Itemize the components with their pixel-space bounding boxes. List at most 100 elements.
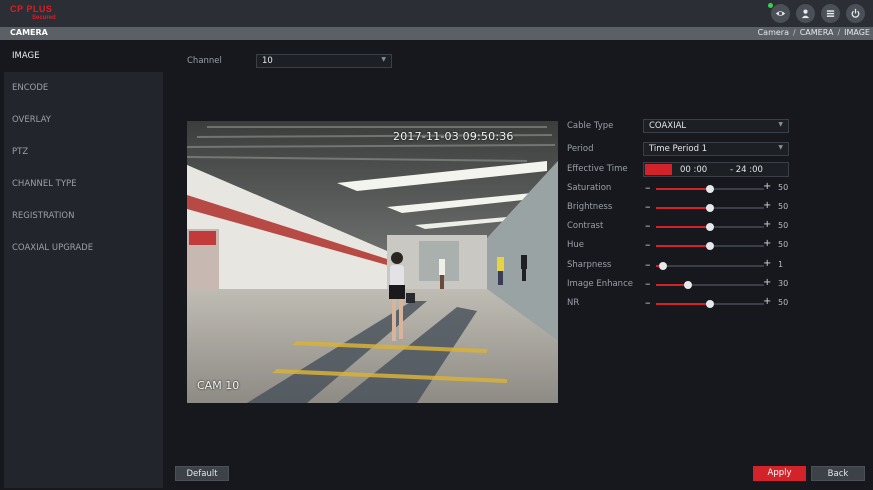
chevron-down-icon: ▼ (778, 121, 783, 128)
top-bar: CP PLUS Secured (0, 0, 873, 27)
online-status-dot (768, 3, 773, 8)
section-bar: CAMERA Camera / CAMERA / IMAGE (0, 27, 873, 40)
sidebar-item-image[interactable]: IMAGE (4, 42, 163, 72)
slider-track[interactable] (656, 300, 764, 308)
slider-fill (656, 303, 710, 305)
slider-value: 50 (778, 298, 789, 307)
slider-sharpness: Sharpness – + 1 (567, 258, 797, 273)
minus-icon[interactable]: – (645, 219, 651, 232)
section-title: CAMERA (10, 28, 48, 37)
default-button[interactable]: Default (175, 466, 229, 481)
breadcrumb-camera[interactable]: Camera (758, 28, 789, 37)
effective-time-label: Effective Time (567, 164, 628, 174)
minus-icon[interactable]: – (645, 258, 651, 271)
slider-fill (656, 245, 710, 247)
slider-value: 1 (778, 260, 784, 269)
sidebar-item-label: COAXIAL UPGRADE (12, 243, 94, 253)
slider-value: 30 (778, 279, 789, 288)
plus-icon[interactable]: + (763, 200, 771, 211)
sidebar-item-label: IMAGE (12, 51, 40, 61)
slider-knob[interactable] (659, 262, 668, 270)
menu-button[interactable] (821, 4, 840, 23)
channel-value: 10 (262, 56, 273, 66)
sidebar-item-coaxial-upgrade[interactable]: COAXIAL UPGRADE (4, 234, 163, 264)
sidebar-item-registration[interactable]: REGISTRATION (4, 202, 163, 232)
plus-icon[interactable]: + (763, 277, 771, 288)
power-button[interactable] (846, 4, 865, 23)
chevron-down-icon: ▼ (778, 144, 783, 151)
brand-sub: Secured (32, 15, 56, 21)
apply-button[interactable]: Apply (753, 466, 806, 481)
eye-icon (775, 11, 786, 16)
minus-icon[interactable]: – (645, 277, 651, 290)
slider-fill (656, 188, 710, 190)
chevron-down-icon: ▼ (381, 56, 386, 63)
sidebar-item-label: REGISTRATION (12, 211, 75, 221)
period-value: Time Period 1 (649, 144, 708, 154)
slider-nr: NR – + 50 (567, 296, 797, 311)
slider-knob[interactable] (684, 281, 693, 289)
sidebar-item-label: ENCODE (12, 83, 49, 93)
slider-track[interactable] (656, 281, 764, 289)
slider-knob[interactable] (706, 204, 714, 212)
slider-track[interactable] (656, 242, 764, 250)
main-panel: Channel 10 ▼ 2017-11-03 09:50:36 CAM 10 … (163, 42, 873, 490)
minus-icon[interactable]: – (645, 181, 651, 194)
period-label: Period (567, 144, 594, 154)
sidebar-item-overlay[interactable]: OVERLAY (4, 106, 163, 136)
plus-icon[interactable]: + (763, 219, 771, 230)
slider-knob[interactable] (706, 300, 714, 308)
slider-track[interactable] (656, 223, 764, 231)
minus-icon[interactable]: – (645, 200, 651, 213)
plus-icon[interactable]: + (763, 296, 771, 307)
list-icon (826, 10, 835, 17)
slider-image-enhance: Image Enhance – + 30 (567, 277, 797, 292)
slider-knob[interactable] (706, 185, 714, 193)
plus-icon[interactable]: + (763, 181, 771, 192)
osd-timestamp: 2017-11-03 09:50:36 (393, 130, 514, 143)
slider-fill (656, 207, 710, 209)
cable-type-select[interactable]: COAXIAL ▼ (643, 119, 789, 133)
period-select[interactable]: Time Period 1 ▼ (643, 142, 789, 156)
sidebar-item-label: CHANNEL TYPE (12, 179, 77, 189)
minus-icon[interactable]: – (645, 238, 651, 251)
live-view-button[interactable] (768, 3, 790, 23)
slider-label: Sharpness (567, 260, 612, 270)
slider-track[interactable] (656, 204, 764, 212)
effective-time-input[interactable]: 00 :00 - 24 :00 (643, 162, 789, 177)
slider-track[interactable] (656, 185, 764, 193)
plus-icon[interactable]: + (763, 258, 771, 269)
sidebar-item-channel-type[interactable]: CHANNEL TYPE (4, 170, 163, 200)
slider-fill (656, 226, 710, 228)
user-button[interactable] (796, 4, 815, 23)
slider-track[interactable] (656, 262, 764, 270)
sidebar-item-ptz[interactable]: PTZ (4, 138, 163, 168)
breadcrumb-camera-section[interactable]: CAMERA (800, 28, 834, 37)
effective-time-end[interactable]: - 24 :00 (730, 165, 763, 175)
slider-value: 50 (778, 221, 789, 230)
slider-knob[interactable] (706, 223, 714, 231)
slider-value: 50 (778, 240, 789, 249)
slider-label: Saturation (567, 183, 612, 193)
slider-knob[interactable] (706, 242, 714, 250)
slider-value: 50 (778, 202, 789, 211)
slider-label: Contrast (567, 221, 604, 231)
effective-time-start[interactable]: 00 :00 (680, 165, 707, 175)
cable-type-label: Cable Type (567, 121, 614, 131)
back-button[interactable]: Back (811, 466, 865, 481)
breadcrumb-image: IMAGE (844, 28, 870, 37)
channel-label: Channel (187, 56, 222, 66)
slider-label: Brightness (567, 202, 613, 212)
power-icon (851, 8, 860, 18)
plus-icon[interactable]: + (763, 238, 771, 249)
slider-saturation: Saturation – + 50 (567, 181, 797, 196)
sidebar-item-label: OVERLAY (12, 115, 51, 125)
slider-hue: Hue – + 50 (567, 238, 797, 253)
breadcrumb: Camera / CAMERA / IMAGE (757, 28, 870, 37)
minus-icon[interactable]: – (645, 296, 651, 309)
sidebar-item-encode[interactable]: ENCODE (4, 74, 163, 104)
channel-select[interactable]: 10 ▼ (256, 54, 392, 68)
time-color-swatch[interactable] (645, 164, 672, 175)
brand-name: CP PLUS (10, 4, 53, 14)
cable-type-value: COAXIAL (649, 121, 687, 131)
